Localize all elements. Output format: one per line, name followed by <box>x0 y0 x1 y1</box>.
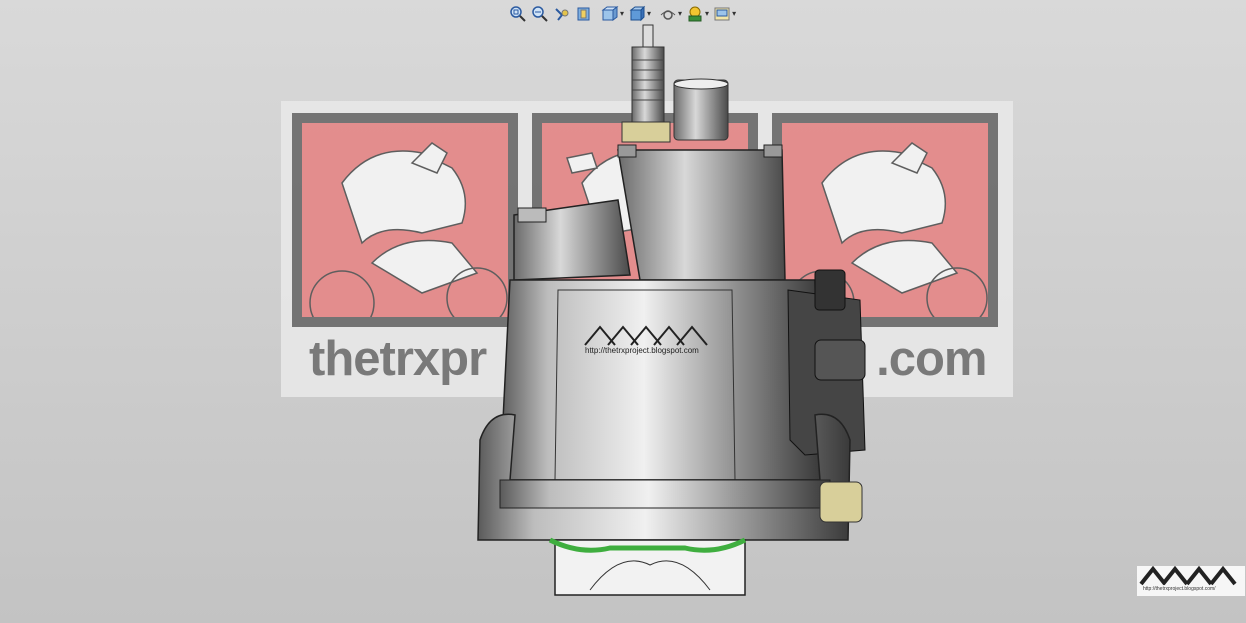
heads-up-view-toolbar: ▾ ▾ ▾ ▾ ▾ <box>508 3 737 25</box>
watermark-logo-mark <box>1139 565 1237 586</box>
display-style-icon <box>628 5 646 23</box>
watermark-logo: http://thetrxproject.blogspot.com/ <box>1137 565 1245 596</box>
zoom-to-fit-icon <box>509 5 527 23</box>
view-orientation-button[interactable]: ▾ <box>600 4 625 24</box>
side-fitting <box>819 481 863 523</box>
hide-show-items-button[interactable]: ▾ <box>658 4 683 24</box>
graphics-viewport[interactable]: thetrxpr .com http://thetrxproject.blogs… <box>0 0 1246 623</box>
watermark-url: http://thetrxproject.blogspot.com/ <box>1143 586 1216 592</box>
engine-cylinder-model[interactable]: http://thetrxproject.blogspot.com <box>470 20 870 610</box>
chevron-down-icon[interactable]: ▾ <box>620 10 624 18</box>
decal-text-right: .com <box>876 332 987 386</box>
decal-text-left: thetrxpr <box>309 332 487 386</box>
chevron-down-icon[interactable]: ▾ <box>705 10 709 18</box>
zoom-to-area-button[interactable] <box>530 4 550 24</box>
previous-view-icon <box>553 5 571 23</box>
section-view-button[interactable] <box>574 4 594 24</box>
cylinder-head <box>617 149 786 281</box>
chevron-down-icon[interactable]: ▾ <box>678 10 682 18</box>
zoom-to-area-icon <box>531 5 549 23</box>
section-view-icon <box>575 5 593 23</box>
view-orientation-icon <box>601 5 619 23</box>
zoom-to-fit-button[interactable] <box>508 4 528 24</box>
spark-plug <box>621 24 671 143</box>
cylinder-body <box>499 279 821 481</box>
cylinder-logo-url: http://thetrxproject.blogspot.com <box>585 346 699 355</box>
chevron-down-icon[interactable]: ▾ <box>647 10 651 18</box>
coolant-outlet <box>673 78 729 141</box>
previous-view-button[interactable] <box>552 4 572 24</box>
edit-appearance-icon <box>686 5 704 23</box>
chevron-down-icon[interactable]: ▾ <box>732 10 736 18</box>
apply-scene-button[interactable]: ▾ <box>712 4 737 24</box>
apply-scene-icon <box>713 5 731 23</box>
edit-appearance-button[interactable]: ▾ <box>685 4 710 24</box>
hide-show-items-icon <box>659 5 677 23</box>
display-style-button[interactable]: ▾ <box>627 4 652 24</box>
